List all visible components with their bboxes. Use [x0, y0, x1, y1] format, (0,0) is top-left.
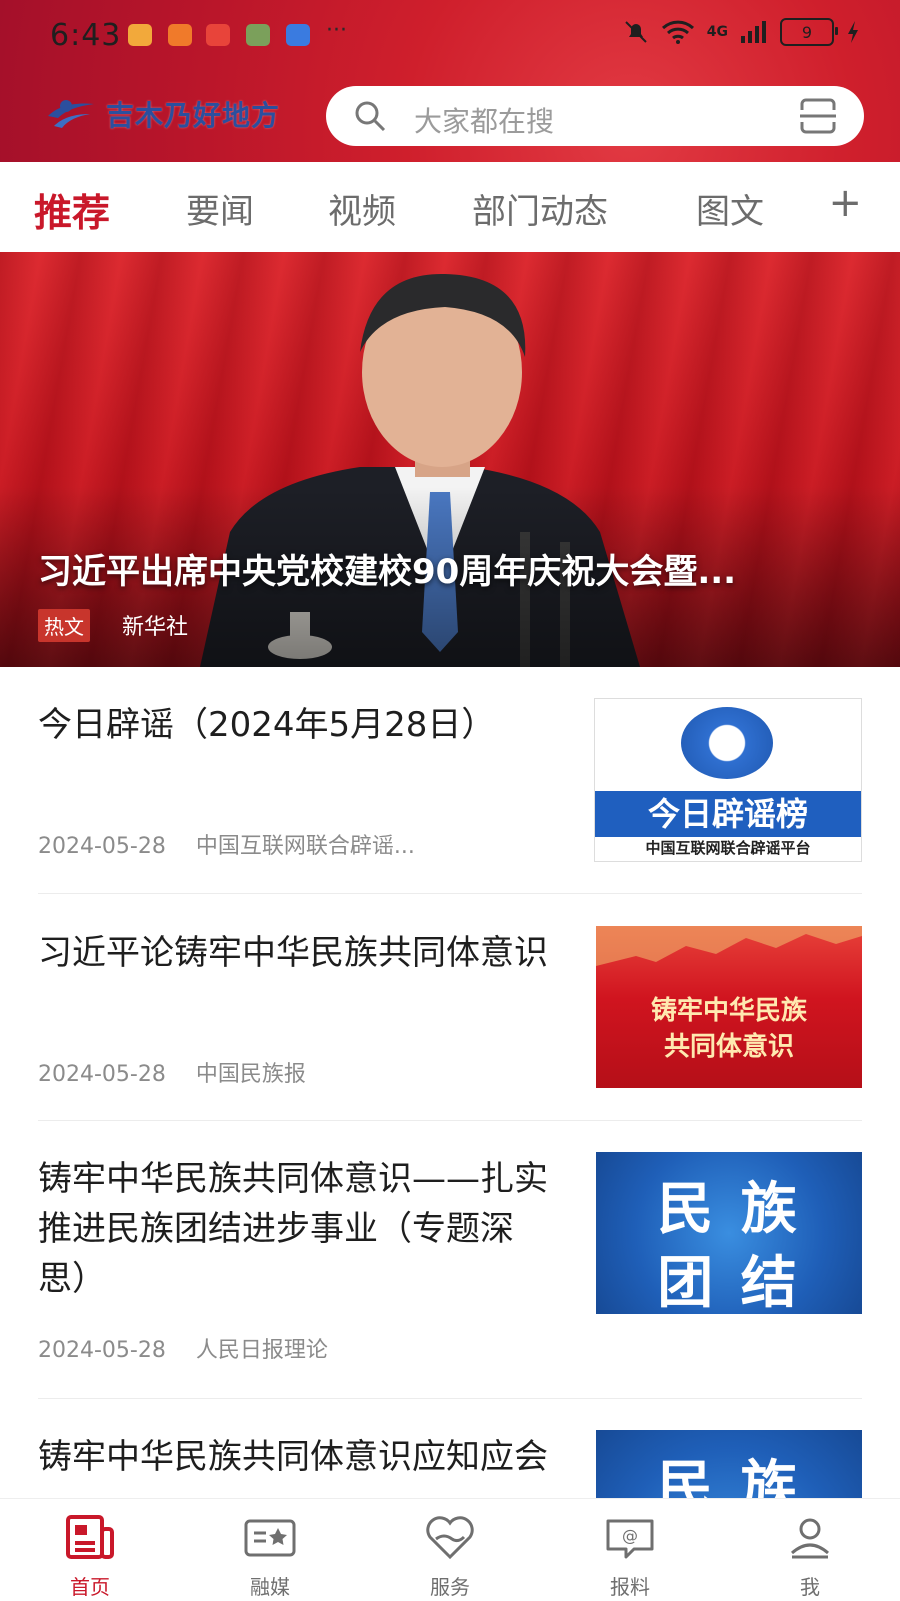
nav-label: 融媒 — [250, 1575, 290, 1599]
nav-media[interactable]: 融媒 — [210, 1513, 330, 1600]
wifi-icon — [661, 20, 694, 44]
tab-department-news[interactable]: 部门动态 — [472, 184, 608, 233]
search-bar[interactable]: 大家都在搜 — [326, 86, 864, 146]
tab-gallery[interactable]: 图文 — [696, 184, 764, 233]
thumb-line2: 共同体意识 — [663, 1032, 794, 1062]
news-item[interactable]: 铸牢中华民族共同体意识应知应会 民 族 — [38, 1430, 862, 1498]
browser-notification-icon — [286, 24, 310, 46]
add-tab-button[interactable]: + — [828, 180, 862, 226]
status-bar: 6:43 ··· 4G 9 — [0, 0, 900, 70]
thumb-line1: 民 族 — [657, 1176, 801, 1242]
news-item[interactable]: 铸牢中华民族共同体意识——扎实推进民族团结进步事业（专题深思） 2024-05-… — [38, 1152, 862, 1364]
tab-headlines[interactable]: 要闻 — [186, 184, 254, 233]
news-thumbnail: 今日辟谣榜 中国互联网联合辟谣平台 — [594, 698, 862, 862]
more-notifications-icon: ··· — [326, 18, 347, 43]
nav-me[interactable]: 我 — [750, 1513, 870, 1600]
bottom-navigation: 首页 融媒 服务 @ 报料 我 — [0, 1498, 900, 1601]
mail-notification-icon — [206, 24, 230, 46]
nav-label: 我 — [800, 1575, 820, 1599]
nav-label: 报料 — [610, 1575, 650, 1599]
list-divider — [38, 1398, 862, 1399]
signal-icon — [741, 21, 766, 43]
news-source: 中国民族报 — [195, 1062, 306, 1087]
nav-label: 首页 — [70, 1575, 110, 1599]
report-chat-icon: @ — [606, 1519, 654, 1559]
news-title: 铸牢中华民族共同体意识——扎实推进民族团结进步事业（专题深思） — [38, 1159, 548, 1299]
system-icons: 4G 9 — [623, 18, 860, 46]
thumb-banner: 今日辟谣榜 — [595, 791, 861, 837]
battery-indicator: 9 — [780, 18, 838, 46]
great-wall-graphic — [596, 926, 862, 966]
news-date: 2024-05-28 — [38, 834, 166, 859]
heart-service-icon — [426, 1516, 474, 1560]
news-title: 习近平论铸牢中华民族共同体意识 — [38, 933, 548, 973]
news-meta: 2024-05-28 中国互联网联合辟谣... — [38, 828, 415, 860]
hero-banner[interactable]: 习近平出席中央党校建校90周年庆祝大会暨... 热文 新华社 — [0, 252, 900, 667]
nav-service[interactable]: 服务 — [390, 1513, 510, 1600]
hero-source: 新华社 — [122, 615, 189, 640]
news-source: 人民日报理论 — [195, 1338, 328, 1363]
nav-report[interactable]: @ 报料 — [570, 1513, 690, 1600]
thumb-line2: 团 结 — [657, 1250, 801, 1314]
user-icon — [791, 1518, 829, 1559]
network-type: 4G — [706, 24, 728, 40]
list-divider — [38, 893, 862, 894]
news-meta: 2024-05-28 人民日报理论 — [38, 1332, 328, 1364]
search-icon — [355, 101, 386, 132]
news-meta: 2024-05-28 中国民族报 — [38, 1056, 306, 1088]
rumor-logo-icon — [681, 707, 773, 779]
mute-icon — [625, 21, 647, 43]
news-title: 今日辟谣（2024年5月28日） — [38, 705, 496, 745]
thumb-caption: 中国互联网联合辟谣平台 — [645, 839, 811, 857]
news-item[interactable]: 今日辟谣（2024年5月28日） 2024-05-28 中国互联网联合辟谣... … — [38, 698, 862, 862]
status-time: 6:43 — [50, 18, 122, 53]
hot-tag-badge: 热文 — [38, 609, 90, 642]
media-card-icon — [244, 1519, 296, 1557]
list-divider — [38, 1120, 862, 1121]
svg-text:@: @ — [622, 1526, 638, 1545]
category-tabs: 推荐 要闻 视频 部门动态 图文 + — [0, 162, 900, 252]
news-item[interactable]: 习近平论铸牢中华民族共同体意识 2024-05-28 中国民族报 铸牢中华民族 共… — [38, 926, 862, 1088]
tab-video[interactable]: 视频 — [328, 184, 396, 233]
game-notification-icon — [246, 24, 270, 46]
thumb-line1: 铸牢中华民族 — [650, 996, 807, 1026]
news-date: 2024-05-28 — [38, 1338, 166, 1363]
news-thumbnail: 民 族 — [596, 1430, 862, 1498]
weibo-notification-icon — [128, 24, 152, 46]
news-thumbnail: 铸牢中华民族 共同体意识 — [596, 926, 862, 1088]
app-header: 6:43 ··· 4G 9 吉木乃好地方 大家都在搜 — [0, 0, 900, 162]
nav-home[interactable]: 首页 — [30, 1513, 150, 1600]
hero-title: 习近平出席中央党校建校90周年庆祝大会暨... — [38, 552, 737, 592]
nav-label: 服务 — [430, 1575, 470, 1599]
logo-text: 吉木乃好地方 — [106, 99, 281, 132]
news-date: 2024-05-28 — [38, 1062, 166, 1087]
scan-icon[interactable] — [798, 98, 838, 134]
app-notification-icon — [168, 24, 192, 46]
news-source: 中国互联网联合辟谣... — [195, 834, 415, 859]
tab-recommend[interactable]: 推荐 — [34, 182, 110, 237]
charging-icon — [848, 21, 858, 43]
battery-level: 9 — [801, 22, 813, 42]
app-logo[interactable]: 吉木乃好地方 — [44, 92, 280, 136]
newspaper-icon — [66, 1515, 114, 1559]
search-placeholder: 大家都在搜 — [414, 105, 555, 138]
thumb-line1: 民 族 — [657, 1454, 801, 1498]
news-thumbnail: 民 族 团 结 — [596, 1152, 862, 1314]
news-title: 铸牢中华民族共同体意识应知应会 — [38, 1437, 548, 1477]
logo-icon — [48, 100, 94, 128]
